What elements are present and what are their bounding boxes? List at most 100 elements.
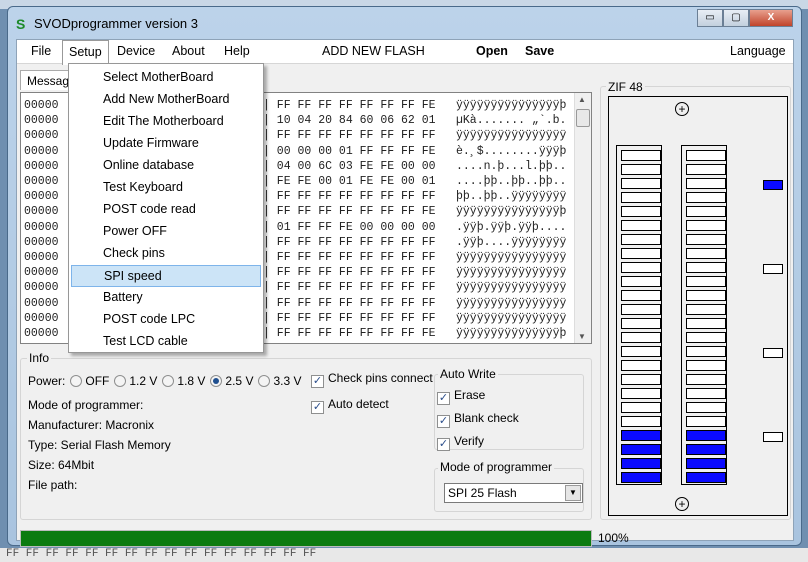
hex-ascii: ....þþ..þþ..þþ.. [456, 175, 567, 188]
hex-addr: 00000 [24, 327, 59, 340]
hex-addr: 00000 [24, 251, 59, 264]
status-led [763, 432, 783, 442]
power-radio-18V[interactable]: 1.8 V [157, 374, 205, 388]
hex-addr: 00000 [24, 266, 59, 280]
auto-detect-checkbox[interactable]: ✓ Auto detect [311, 397, 389, 414]
manufacturer-text: Manufacturer: Macronix [28, 418, 155, 432]
save-button[interactable]: Save [525, 44, 554, 58]
menu-item-battery[interactable]: Battery [71, 287, 261, 309]
hex-ascii: ÿÿÿÿÿÿÿÿÿÿÿÿÿÿÿÿ [456, 251, 567, 264]
checkbox-checked-icon: ✓ [437, 415, 450, 428]
menu-bar: File Setup Device About Help ADD NEW FLA… [17, 40, 793, 65]
power-option-label: 3.3 V [273, 374, 302, 388]
menu-item-power-off[interactable]: Power OFF [71, 221, 261, 243]
zif-pin [686, 248, 726, 259]
menu-item-select-motherboard[interactable]: Select MotherBoard [71, 67, 261, 89]
zif-pin [621, 178, 661, 189]
chevron-down-icon[interactable]: ▼ [565, 485, 581, 501]
auto-write-label: Auto Write [438, 367, 498, 381]
zif-pin [621, 472, 661, 483]
hex-addr: 00000 [24, 190, 59, 204]
power-radio-12V[interactable]: 1.2 V [109, 374, 157, 388]
menu-device[interactable]: Device [117, 44, 155, 58]
zif-pin [686, 234, 726, 245]
menu-setup[interactable]: Setup [62, 40, 109, 65]
minimize-button[interactable]: ▭ [697, 9, 723, 27]
zif-pin [686, 430, 726, 441]
checkbox-checked-icon: ✓ [437, 438, 450, 451]
hex-ascii: ÿÿÿÿÿÿÿÿÿÿÿÿÿÿÿÿ [456, 266, 567, 280]
menu-item-test-lcd-cable[interactable]: Test LCD cable [71, 331, 261, 353]
client-area: File Setup Device About Help ADD NEW FLA… [16, 39, 794, 547]
hex-addr: 00000 [24, 235, 59, 249]
hex-addr: 00000 [24, 281, 59, 295]
zif-pin [686, 318, 726, 329]
hex-hex: | FF FF FF FF FF FF FF FF [263, 251, 436, 264]
zif-pin [621, 164, 661, 175]
zif-pin [621, 430, 661, 441]
menu-item-post-code-read[interactable]: POST code read [71, 199, 261, 221]
file-path-text: File path: [28, 478, 78, 492]
app-logo-icon: S [16, 16, 26, 32]
power-option-label: OFF [85, 374, 110, 388]
erase-checkbox[interactable]: ✓ Erase [437, 388, 485, 405]
scroll-down-icon[interactable]: ▼ [578, 332, 586, 341]
mode-select-value: SPI 25 Flash [448, 486, 517, 500]
zif-pin [686, 304, 726, 315]
hex-ascii: è.¸$........ÿÿÿþ [456, 144, 567, 158]
hex-hex: | FF FF FF FF FF FF FF FE [263, 99, 436, 112]
menu-item-test-keyboard[interactable]: Test Keyboard [71, 177, 261, 199]
zif-pin [686, 276, 726, 287]
verify-checkbox[interactable]: ✓ Verify [437, 434, 484, 451]
hex-scrollbar[interactable]: ▲ ▼ [574, 93, 591, 343]
scroll-thumb[interactable] [576, 109, 590, 127]
menu-about[interactable]: About [172, 44, 205, 58]
menu-item-spi-speed[interactable]: SPI speed [71, 265, 261, 287]
language-menu[interactable]: Language [730, 44, 786, 58]
zif-pin [686, 444, 726, 455]
zif-pin [686, 290, 726, 301]
maximize-button[interactable]: ▢ [723, 9, 749, 27]
menu-item-check-pins[interactable]: Check pins [71, 243, 261, 265]
hex-ascii: .ÿÿþ.ÿÿþ.ÿÿþ.... [456, 220, 567, 234]
menu-item-add-new-motherboard[interactable]: Add New MotherBoard [71, 89, 261, 111]
app-window: S SVODprogrammer version 3 ▭ ▢ X File Se… [7, 6, 802, 547]
scroll-up-icon[interactable]: ▲ [578, 95, 586, 104]
blank-check-checkbox[interactable]: ✓ Blank check [437, 411, 519, 428]
zif-pin [686, 220, 726, 231]
hex-ascii: ÿÿÿÿÿÿÿÿÿÿÿÿÿÿÿÿ [456, 296, 567, 310]
menu-file[interactable]: File [31, 44, 51, 58]
hex-hex: | FF FF FF FF FF FF FF FF [263, 281, 436, 295]
status-led [763, 264, 783, 274]
menu-item-online-database[interactable]: Online database [71, 155, 261, 177]
menu-item-update-firmware[interactable]: Update Firmware [71, 133, 261, 155]
open-button[interactable]: Open [476, 44, 508, 58]
menu-help[interactable]: Help [224, 44, 250, 58]
close-button[interactable]: X [749, 9, 793, 27]
zif-pin [686, 458, 726, 469]
hex-addr: 00000 [24, 296, 59, 310]
status-led [763, 348, 783, 358]
hex-hex: | FF FF FF FF FF FF FF FF [263, 311, 436, 325]
add-new-flash-button[interactable]: ADD NEW FLASH [322, 44, 425, 58]
mode-group-label: Mode of programmer [438, 460, 555, 474]
zif-label: ZIF 48 [606, 80, 645, 94]
hex-ascii: þþ..þþ..ÿÿÿÿÿÿÿÿ [456, 190, 567, 204]
type-text: Type: Serial Flash Memory [28, 438, 171, 452]
progress-bar [20, 530, 592, 547]
power-radio-33V[interactable]: 3.3 V [253, 374, 301, 388]
verify-label: Verify [454, 434, 485, 448]
checkbox-checked-icon: ✓ [437, 392, 450, 405]
power-selector: Power: OFF 1.2 V 1.8 V 2.5 V 3.3 V [28, 374, 301, 388]
checkbox-checked-icon: ✓ [311, 375, 324, 388]
pin-column-left [616, 145, 662, 485]
checkbox-checked-icon: ✓ [311, 401, 324, 414]
mode-select[interactable]: SPI 25 Flash ▼ [444, 483, 583, 503]
menu-item-post-code-lpc[interactable]: POST code LPC [71, 309, 261, 331]
power-radio-OFF[interactable]: OFF [65, 374, 109, 388]
menu-item-edit-the-motherboard[interactable]: Edit The Motherboard [71, 111, 261, 133]
zif-pin [686, 402, 726, 413]
power-radio-25V[interactable]: 2.5 V [205, 374, 253, 388]
check-pins-checkbox[interactable]: ✓ Check pins connect [311, 371, 433, 388]
zif-pin [621, 192, 661, 203]
